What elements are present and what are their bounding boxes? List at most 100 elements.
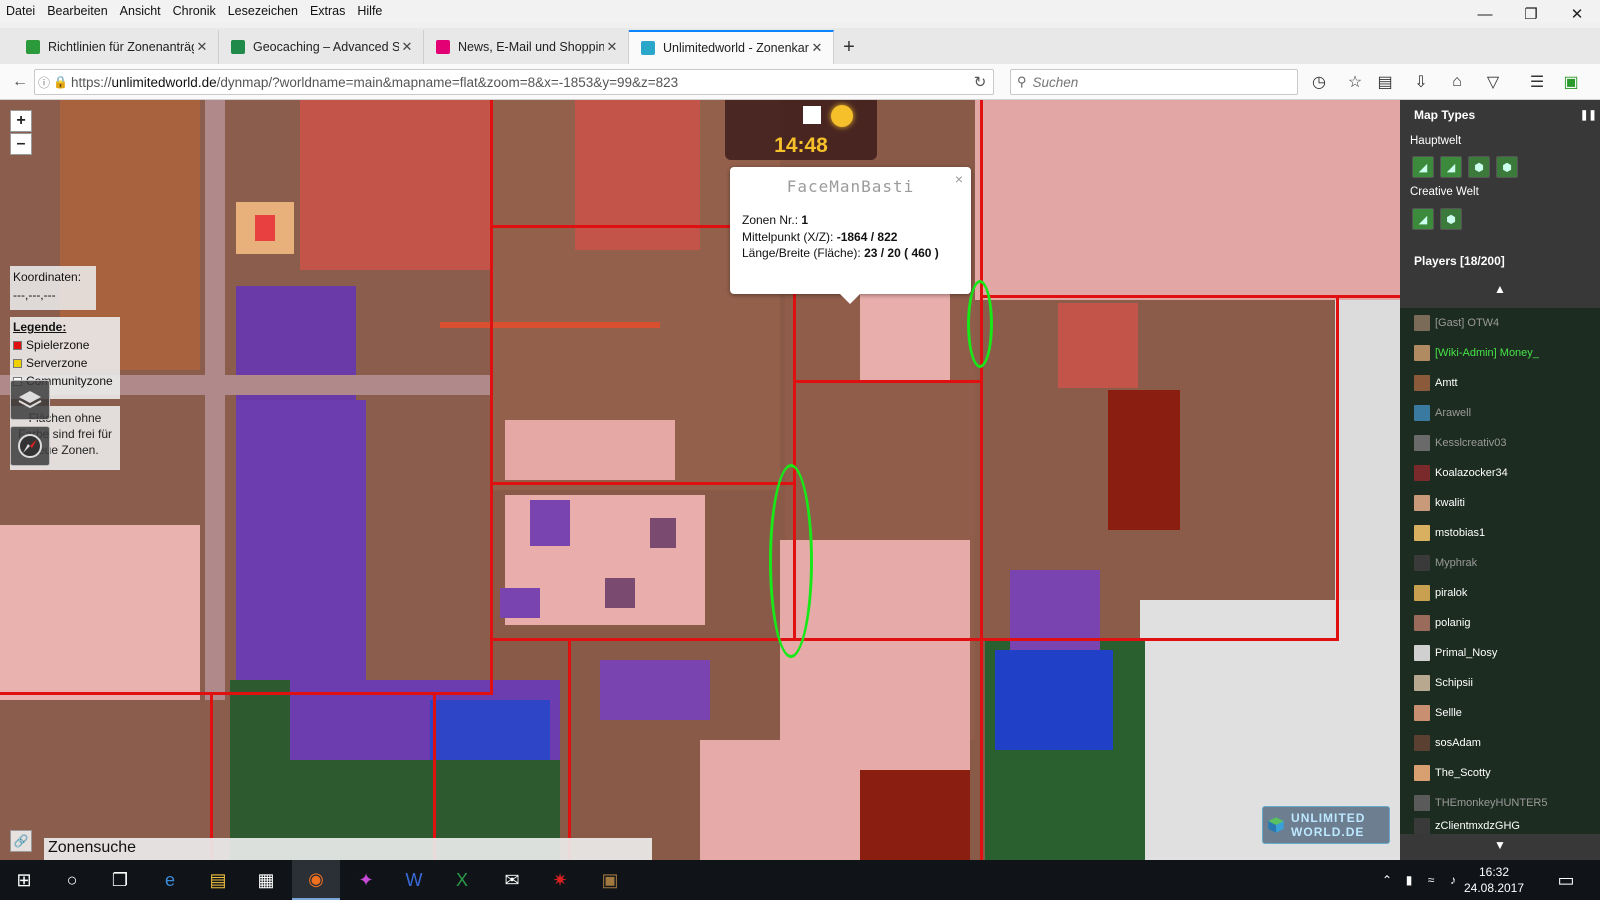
player-item[interactable]: mstobias1	[1414, 522, 1485, 544]
tray-clock[interactable]: 16:32 24.08.2017	[1458, 864, 1530, 896]
map-type-creative-cave-button[interactable]: ⬢	[1440, 208, 1462, 230]
player-item[interactable]: Myphrak	[1414, 552, 1477, 574]
legend-item: Spielerzone	[13, 336, 117, 354]
notifications-icon[interactable]: ▭	[1546, 860, 1586, 900]
excel-icon[interactable]: X	[438, 860, 486, 900]
tab-geocaching[interactable]: Geocaching – Advanced Search ✕	[219, 30, 424, 64]
home-icon[interactable]: ⌂	[1444, 70, 1470, 94]
menu-hilfe[interactable]: Hilfe	[351, 4, 388, 18]
player-head-icon	[1414, 795, 1430, 811]
zone-search-input[interactable]: Zonensuche	[44, 838, 652, 860]
red-roof	[1058, 303, 1138, 388]
download-icon[interactable]: ⇩	[1408, 70, 1434, 94]
info-icon[interactable]: ⓘ	[35, 74, 53, 91]
player-item[interactable]: Arawell	[1414, 402, 1471, 424]
player-item[interactable]: polanig	[1414, 612, 1470, 634]
mail-icon[interactable]: ✉	[488, 860, 536, 900]
menu-ansicht[interactable]: Ansicht	[114, 4, 167, 18]
player-item[interactable]: Kesslcreativ03	[1414, 432, 1507, 454]
tab-unlimitedworld[interactable]: Unlimitedworld - Zonenkarte ✕	[629, 30, 834, 64]
player-item[interactable]: kwaliti	[1414, 492, 1465, 514]
file-explorer-icon[interactable]: ▤	[194, 860, 242, 900]
history-icon[interactable]: ◷	[1306, 70, 1332, 94]
tab-news[interactable]: News, E-Mail und Shopping ✕	[424, 30, 629, 64]
task-view-icon[interactable]: ❐	[96, 860, 144, 900]
layers-icon[interactable]	[10, 380, 50, 420]
maximize-icon[interactable]: ❐	[1508, 0, 1554, 28]
player-item[interactable]: Primal_Nosy	[1414, 642, 1497, 664]
zoom-in-button[interactable]: +	[10, 110, 32, 132]
player-head-icon	[1414, 555, 1430, 571]
wifi-icon[interactable]: ≈	[1420, 860, 1442, 900]
menu-chronik[interactable]: Chronik	[167, 4, 222, 18]
windows-start-icon[interactable]: ⊞	[0, 860, 48, 900]
map-type-flat-button[interactable]: ◢	[1412, 156, 1434, 178]
menu-hamburger-icon[interactable]: ☰	[1524, 70, 1550, 94]
zoom-out-button[interactable]: –	[10, 133, 32, 155]
player-item[interactable]: zClientmxdzGHG	[1414, 818, 1520, 834]
url-text[interactable]: https://unlimitedworld.de/dynmap/?worldn…	[67, 75, 967, 90]
reload-icon[interactable]: ↻	[967, 73, 993, 91]
menu-bearbeiten[interactable]: Bearbeiten	[41, 4, 113, 18]
map-type-surface-button[interactable]: ◢	[1440, 156, 1462, 178]
unlimitedworld-logo: UNLIMITED WORLD.DE	[1262, 806, 1390, 844]
player-head-icon	[1414, 495, 1430, 511]
map-type-nether-button[interactable]: ⬢	[1496, 156, 1518, 178]
menu-lesezeichen[interactable]: Lesezeichen	[222, 4, 304, 18]
map-type-creative-flat-button[interactable]: ◢	[1412, 208, 1434, 230]
edge-icon[interactable]: e	[146, 860, 194, 900]
player-item[interactable]: [Wiki-Admin] Money_	[1414, 342, 1539, 364]
close-tab-icon[interactable]: ✕	[194, 39, 210, 55]
new-tab-icon[interactable]: +	[834, 30, 864, 64]
word-icon[interactable]: W	[390, 860, 438, 900]
photo-app-icon[interactable]: ✦	[342, 860, 390, 900]
flag-mark	[255, 215, 275, 241]
map-type-cave-button[interactable]: ⬢	[1468, 156, 1490, 178]
map-canvas[interactable]: + – Koordinaten: ---,---,--- Legende: Sp…	[0, 100, 1400, 860]
close-tab-icon[interactable]: ✕	[604, 39, 620, 55]
player-item[interactable]: [Gast] OTW4	[1414, 312, 1499, 334]
cortana-icon[interactable]: ○	[48, 860, 96, 900]
link-icon[interactable]: 🔗	[10, 830, 32, 852]
game-app-icon[interactable]: ✷	[536, 860, 584, 900]
minecraft-icon[interactable]: ▣	[586, 860, 634, 900]
search-box[interactable]: ⚲	[1010, 69, 1298, 95]
menu-datei[interactable]: Datei	[0, 4, 41, 18]
store-icon[interactable]: ▦	[242, 860, 290, 900]
moon-icon	[803, 106, 821, 124]
scroll-down-icon[interactable]: ▼	[1400, 838, 1600, 852]
player-item[interactable]: THEmonkeyHUNTER5	[1414, 792, 1547, 814]
pocket-icon[interactable]: ▽	[1480, 70, 1506, 94]
player-item[interactable]: piralok	[1414, 582, 1467, 604]
close-window-icon[interactable]: ✕	[1554, 0, 1600, 28]
back-arrow-icon[interactable]: ←	[4, 68, 36, 96]
bookmark-star-icon[interactable]: ☆	[1342, 70, 1368, 94]
players-title: Players [18/200]	[1414, 254, 1505, 268]
extension-icon[interactable]: ▣	[1558, 70, 1584, 94]
search-input[interactable]	[1032, 74, 1273, 90]
close-popup-icon[interactable]: ×	[955, 171, 963, 187]
player-item[interactable]: Schipsii	[1414, 672, 1473, 694]
player-item[interactable]: Koalazocker34	[1414, 462, 1508, 484]
close-tab-icon[interactable]: ✕	[809, 40, 825, 56]
player-item[interactable]: The_Scotty	[1414, 762, 1491, 784]
player-item[interactable]: Amtt	[1414, 372, 1458, 394]
dark-red-roof	[1108, 390, 1180, 530]
reading-list-icon[interactable]: ▤	[1372, 70, 1398, 94]
search-icon: ⚲	[1017, 74, 1027, 89]
compass-icon[interactable]	[10, 426, 50, 466]
menu-extras[interactable]: Extras	[304, 4, 351, 18]
firefox-icon[interactable]: ◉	[292, 860, 340, 900]
tab-richtlinien[interactable]: Richtlinien für Zonenanträge ✕	[14, 30, 219, 64]
player-head-icon	[1414, 615, 1430, 631]
scroll-up-icon[interactable]: ▲	[1400, 282, 1600, 296]
battery-icon[interactable]: ▮	[1398, 860, 1420, 900]
url-bar[interactable]: ⓘ 🔒 https://unlimitedworld.de/dynmap/?wo…	[34, 69, 994, 95]
player-item[interactable]: sosAdam	[1414, 732, 1481, 754]
player-item[interactable]: Sellle	[1414, 702, 1462, 724]
pause-icon[interactable]: ❚❚	[1580, 110, 1597, 121]
minimize-icon[interactable]: —	[1462, 0, 1508, 28]
tray-chevron-icon[interactable]: ⌃	[1376, 860, 1398, 900]
close-tab-icon[interactable]: ✕	[399, 39, 415, 55]
popup-owner: FaceManBasti	[786, 177, 915, 196]
